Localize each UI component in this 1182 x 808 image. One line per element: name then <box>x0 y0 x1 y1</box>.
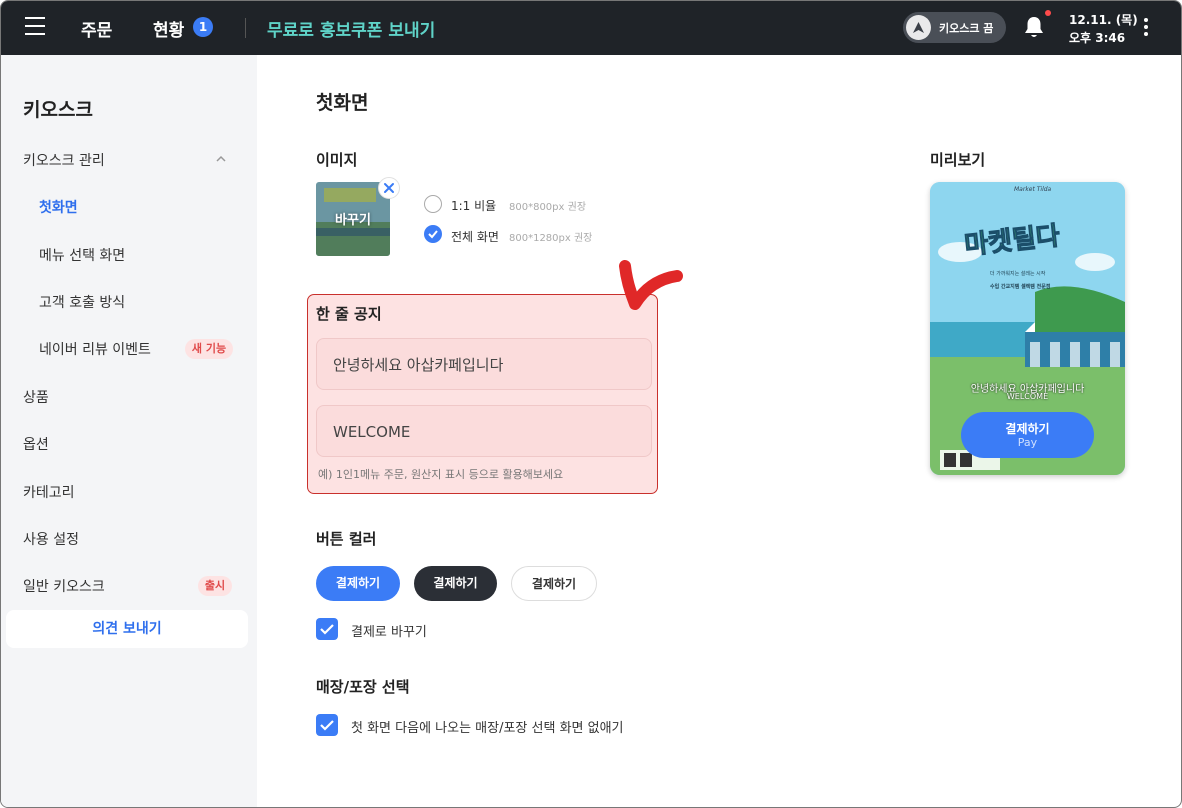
remove-image-button[interactable] <box>378 177 400 199</box>
preview-pay-button: 결제하기 Pay <box>961 412 1094 458</box>
notification-dot <box>1045 10 1051 16</box>
change-to-pay-checkbox[interactable] <box>316 618 338 640</box>
sidebar-item-naver-review[interactable]: 네이버 리뷰 이벤트 <box>39 339 151 359</box>
preview-notice-line2: WELCOME <box>1006 392 1049 401</box>
color-option-white[interactable]: 결제하기 <box>511 566 597 601</box>
image-section-label: 이미지 <box>316 151 358 169</box>
nav-promo-coupon[interactable]: 무료로 홍보쿠폰 보내기 <box>267 16 435 41</box>
top-bar: 주문 현황 1 무료로 홍보쿠폰 보내기 키오스크 끔 12.11. (목) 오… <box>1 1 1181 55</box>
notice-help-text: 예) 1인1메뉴 주문, 원산지 표시 등으로 활용해보세요 <box>318 468 564 481</box>
preview-tagline: 더 가까워지는 설레는 시작 <box>990 271 1046 277</box>
sidebar-item-customer-call[interactable]: 고객 호출 방식 <box>39 292 125 312</box>
kiosk-preview: Market Tilda 마켓틸다 더 가까워지는 설레는 시작 수입 간교지템… <box>930 182 1125 475</box>
sidebar-item-general-kiosk[interactable]: 일반 키오스크 <box>23 576 105 596</box>
chevron-up-icon[interactable] <box>215 155 227 163</box>
notice-section-label: 한 줄 공지 <box>316 305 382 323</box>
nav-orders[interactable]: 주문 <box>81 16 112 41</box>
sidebar-item-menu-select[interactable]: 메뉴 선택 화면 <box>39 245 125 265</box>
kiosk-toggle-label: 키오스크 끔 <box>939 22 994 35</box>
sidebar-title: 키오스크 <box>23 99 93 121</box>
heart-check-mark-icon <box>619 260 683 310</box>
notice-input-line1[interactable]: 안녕하세요 아삽카페입니다 <box>316 338 652 390</box>
nav-status[interactable]: 현황 <box>153 16 184 41</box>
ratio-full-hint: 800*1280px 권장 <box>509 233 593 244</box>
preview-pay-label-en: Pay <box>1017 436 1038 449</box>
ratio-1-1-label: 1:1 비율 <box>451 199 497 213</box>
radio-ratio-1-1[interactable] <box>424 195 442 213</box>
ratio-1-1-hint: 800*800px 권장 <box>509 202 587 213</box>
sidebar-item-settings[interactable]: 사용 설정 <box>23 529 79 549</box>
clock-date: 12.11. (목) <box>1069 13 1138 27</box>
store-pack-label: 매장/포장 선택 <box>316 678 410 696</box>
feedback-button[interactable]: 의견 보내기 <box>6 610 248 648</box>
skip-store-pack-checkbox[interactable] <box>316 714 338 736</box>
sidebar-item-options[interactable]: 옵션 <box>23 434 49 454</box>
sidebar-item-kiosk-manage[interactable]: 키오스크 관리 <box>23 150 105 170</box>
new-feature-badge: 새 기능 <box>185 339 233 359</box>
check-icon <box>428 230 438 239</box>
nav-divider <box>245 18 246 38</box>
color-option-dark[interactable]: 결제하기 <box>414 566 497 601</box>
hamburger-menu-icon[interactable] <box>25 17 45 35</box>
preview-pay-label: 결제하기 <box>1005 422 1050 436</box>
kiosk-toggle[interactable]: 키오스크 끔 <box>903 12 1006 43</box>
button-color-label: 버튼 컬러 <box>316 530 377 548</box>
release-badge: 출시 <box>198 576 232 596</box>
check-icon <box>320 720 334 731</box>
kiosk-logo-icon <box>913 22 924 33</box>
skip-store-pack-label: 첫 화면 다음에 나오는 매장/포장 선택 화면 없애기 <box>351 721 624 736</box>
notice-input-line2[interactable]: WELCOME <box>316 405 652 457</box>
sidebar: 키오스크 키오스크 관리 첫화면 메뉴 선택 화면 고객 호출 방식 네이버 리… <box>1 55 257 807</box>
preview-label: 미리보기 <box>930 151 986 169</box>
check-icon <box>320 624 334 635</box>
notice-highlight-box <box>307 294 658 494</box>
status-count-badge: 1 <box>193 17 213 37</box>
page-title: 첫화면 <box>316 92 369 114</box>
close-icon <box>384 183 394 193</box>
color-option-blue[interactable]: 결제하기 <box>316 566 400 601</box>
more-options-icon[interactable] <box>1144 18 1150 38</box>
sidebar-item-first-screen[interactable]: 첫화면 <box>39 197 78 217</box>
sidebar-item-categories[interactable]: 카테고리 <box>23 482 75 502</box>
app-window: 주문 현황 1 무료로 홍보쿠폰 보내기 키오스크 끔 12.11. (목) 오… <box>0 0 1182 808</box>
sidebar-item-products[interactable]: 상품 <box>23 387 49 407</box>
bell-icon[interactable] <box>1023 15 1045 39</box>
toggle-knob <box>906 15 931 40</box>
clock-time: 오후 3:46 <box>1069 31 1126 45</box>
thumbnail-change-label: 바꾸기 <box>335 213 371 228</box>
change-to-pay-label: 결제로 바꾸기 <box>351 625 427 640</box>
ratio-full-label: 전체 화면 <box>451 230 499 244</box>
preview-brand: Market Tilda <box>1014 186 1052 193</box>
radio-ratio-full[interactable] <box>424 225 442 243</box>
preview-subtitle: 수입 간교지템 셀렉템 전문점 <box>990 284 1051 290</box>
